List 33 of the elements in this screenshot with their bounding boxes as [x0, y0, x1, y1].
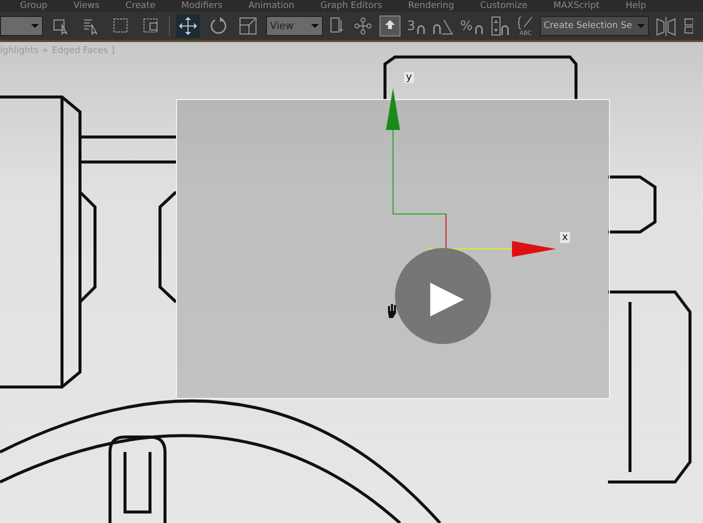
- menu-item[interactable]: Customize: [480, 0, 528, 12]
- list-cursor-icon: [82, 17, 100, 35]
- axis-label: x: [560, 232, 570, 243]
- node-graph-icon[interactable]: [353, 16, 373, 36]
- magnet-icon: [474, 24, 484, 34]
- menu-item[interactable]: Animation: [248, 0, 294, 12]
- rotate-icon: [208, 16, 228, 36]
- play-button[interactable]: ▶: [395, 248, 491, 344]
- align-icon[interactable]: [683, 16, 693, 36]
- mirror-icon[interactable]: [655, 16, 677, 36]
- reference-coordinate-dropdown[interactable]: View: [266, 16, 323, 36]
- dashed-rectangle-icon: [112, 17, 130, 35]
- menu-item[interactable]: Group: [20, 0, 48, 12]
- menu-item[interactable]: Graph Editors: [320, 0, 382, 12]
- menu-item[interactable]: Views: [73, 0, 100, 12]
- spinner-snap-icon[interactable]: [490, 15, 512, 37]
- dashed-box-cube-icon: [142, 17, 160, 35]
- selection-filter-dropdown[interactable]: [0, 16, 43, 36]
- named-selection-dropdown[interactable]: Create Selection Se: [540, 16, 649, 36]
- percent-snap-toggle[interactable]: %: [460, 18, 484, 34]
- snap-toggle[interactable]: 3: [407, 18, 426, 34]
- menu-item[interactable]: Help: [626, 0, 646, 12]
- menu-item[interactable]: Rendering: [408, 0, 454, 12]
- cube-cursor-icon: [52, 17, 70, 35]
- move-arrows-icon: [178, 16, 198, 36]
- scale-icon: [238, 16, 258, 36]
- menu-item[interactable]: Modifiers: [181, 0, 222, 12]
- axis-label: y: [404, 72, 414, 83]
- menu-item[interactable]: Create: [125, 0, 156, 12]
- menu-item[interactable]: MAXScript: [553, 0, 600, 12]
- tool-button[interactable]: [176, 14, 200, 38]
- magnet-icon: [416, 24, 426, 34]
- hand-cursor-icon: [388, 304, 396, 318]
